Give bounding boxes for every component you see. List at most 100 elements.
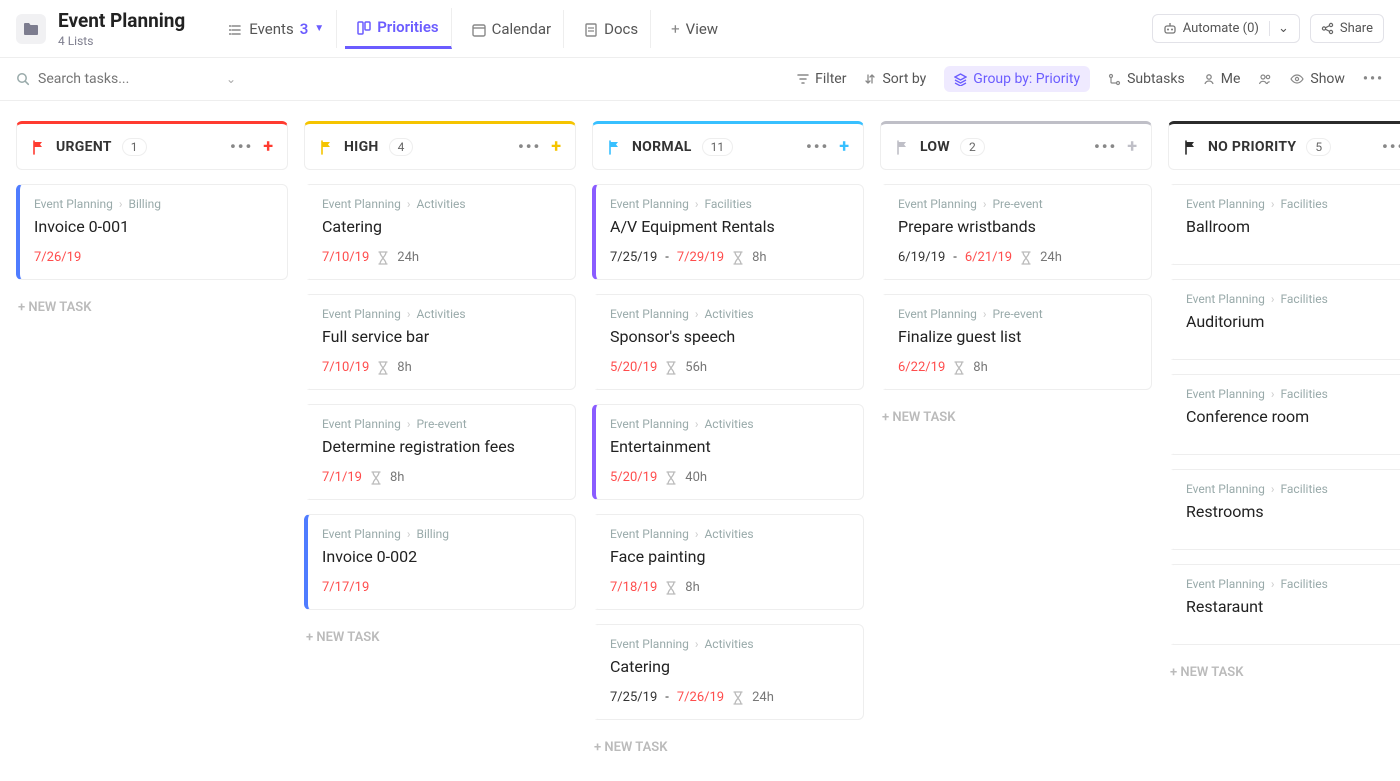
task-card[interactable]: Event Planning › Facilities Conference r… xyxy=(1168,374,1400,455)
automate-button[interactable]: Automate (0) ⌄ xyxy=(1152,14,1300,43)
task-card[interactable]: Event Planning › Billing Invoice 0-002 7… xyxy=(304,514,576,610)
subtasks-icon xyxy=(1108,72,1121,87)
breadcrumb: Event Planning › Activities xyxy=(610,637,849,651)
task-card[interactable]: Event Planning › Activities Catering 7/1… xyxy=(304,184,576,280)
card-duration: 40h xyxy=(685,470,707,485)
group-button[interactable]: Group by: Priority xyxy=(944,66,1090,92)
column-add-button[interactable]: + xyxy=(1127,136,1137,157)
folder-icon xyxy=(16,14,46,44)
crumb-child: Activities xyxy=(704,307,753,321)
card-meta: 7/25/19-7/29/198h xyxy=(610,250,849,265)
column-more-button[interactable]: ••• xyxy=(518,137,541,156)
task-card[interactable]: Event Planning › Facilities A/V Equipmen… xyxy=(592,184,864,280)
column-header[interactable]: HIGH 4 ••• + xyxy=(304,121,576,170)
column-more-button[interactable]: ••• xyxy=(1382,137,1400,156)
card-meta: 5/20/1940h xyxy=(610,470,849,485)
new-task-button[interactable]: + NEW TASK xyxy=(592,734,864,761)
task-card[interactable]: Event Planning › Pre-event Prepare wrist… xyxy=(880,184,1152,280)
column-add-button[interactable]: + xyxy=(263,136,273,157)
show-button[interactable]: Show xyxy=(1290,71,1345,87)
card-title: Catering xyxy=(322,217,561,236)
crumb-parent: Event Planning xyxy=(610,307,689,321)
task-card[interactable]: Event Planning › Pre-event Finalize gues… xyxy=(880,294,1152,390)
task-card[interactable]: Event Planning › Pre-event Determine reg… xyxy=(304,404,576,500)
filter-button[interactable]: Filter xyxy=(797,71,846,87)
new-task-button[interactable]: + NEW TASK xyxy=(880,404,1152,431)
me-button[interactable]: Me xyxy=(1203,71,1241,87)
card-date: 5/20/19 xyxy=(610,360,657,375)
task-card[interactable]: Event Planning › Billing Invoice 0-001 7… xyxy=(16,184,288,280)
crumb-parent: Event Planning xyxy=(1186,292,1265,306)
column-add-button[interactable]: + xyxy=(839,136,849,157)
column-more-button[interactable]: ••• xyxy=(230,137,253,156)
new-task-button[interactable]: + NEW TASK xyxy=(1168,659,1400,686)
tab-label: Events xyxy=(249,20,293,38)
new-task-button[interactable]: + NEW TASK xyxy=(16,294,288,321)
share-button[interactable]: Share xyxy=(1310,14,1384,43)
chevron-right-icon: › xyxy=(695,197,699,211)
tab-add-view[interactable]: + View xyxy=(659,10,730,48)
column-title: LOW xyxy=(920,139,950,155)
chevron-down-icon[interactable]: ⌄ xyxy=(1269,21,1289,36)
people-icon xyxy=(1258,72,1272,87)
show-label: Show xyxy=(1310,71,1345,87)
crumb-parent: Event Planning xyxy=(322,307,401,321)
card-duration: 8h xyxy=(390,470,404,485)
card-meta: 6/22/198h xyxy=(898,360,1137,375)
card-title: Sponsor's speech xyxy=(610,327,849,346)
assignees-button[interactable] xyxy=(1258,72,1272,87)
filter-label: Filter xyxy=(815,71,846,87)
task-card[interactable]: Event Planning › Activities Catering 7/2… xyxy=(592,624,864,720)
hourglass-icon xyxy=(665,580,677,595)
column-more-button[interactable]: ••• xyxy=(806,137,829,156)
chevron-right-icon: › xyxy=(407,527,411,541)
task-card[interactable]: Event Planning › Facilities Restrooms xyxy=(1168,469,1400,550)
crumb-child: Facilities xyxy=(704,197,751,211)
column-count: 1 xyxy=(122,138,147,156)
tab-events[interactable]: Events 3 ▼ xyxy=(217,10,337,48)
task-card[interactable]: Event Planning › Activities Entertainmen… xyxy=(592,404,864,500)
column-header[interactable]: LOW 2 ••• + xyxy=(880,121,1152,170)
column-header[interactable]: NO PRIORITY 5 ••• + xyxy=(1168,121,1400,170)
search-input[interactable] xyxy=(38,71,218,87)
column-header[interactable]: URGENT 1 ••• + xyxy=(16,121,288,170)
breadcrumb: Event Planning › Activities xyxy=(322,197,561,211)
task-card[interactable]: Event Planning › Activities Sponsor's sp… xyxy=(592,294,864,390)
card-date: 7/1/19 xyxy=(322,470,362,485)
column-title: NO PRIORITY xyxy=(1208,139,1296,155)
tab-priorities[interactable]: Priorities xyxy=(345,8,451,49)
eye-icon xyxy=(1290,72,1304,87)
search-icon xyxy=(16,71,30,87)
new-task-button[interactable]: + NEW TASK xyxy=(304,624,576,651)
more-button[interactable]: ••• xyxy=(1363,71,1384,87)
task-card[interactable]: Event Planning › Facilities Ballroom xyxy=(1168,184,1400,265)
board-icon xyxy=(357,18,371,36)
breadcrumb: Event Planning › Facilities xyxy=(610,197,849,211)
column-header[interactable]: NORMAL 11 ••• + xyxy=(592,121,864,170)
date-separator: - xyxy=(953,250,957,265)
card-date: 7/25/19 xyxy=(610,690,657,705)
task-card[interactable]: Event Planning › Activities Full service… xyxy=(304,294,576,390)
chevron-right-icon: › xyxy=(1271,292,1275,306)
tab-label: View xyxy=(686,20,718,38)
crumb-parent: Event Planning xyxy=(34,197,113,211)
column-add-button[interactable]: + xyxy=(551,136,561,157)
column-more-button[interactable]: ••• xyxy=(1094,137,1117,156)
task-card[interactable]: Event Planning › Facilities Auditorium xyxy=(1168,279,1400,360)
tab-calendar[interactable]: Calendar xyxy=(460,10,565,48)
share-label: Share xyxy=(1340,21,1373,36)
crumb-child: Activities xyxy=(416,197,465,211)
card-title: Invoice 0-002 xyxy=(322,547,561,566)
task-card[interactable]: Event Planning › Activities Face paintin… xyxy=(592,514,864,610)
breadcrumb: Event Planning › Facilities xyxy=(1186,197,1400,211)
sort-button[interactable]: Sort by xyxy=(864,71,926,87)
card-duration: 24h xyxy=(1040,250,1062,265)
task-card[interactable]: Event Planning › Facilities Restaraunt xyxy=(1168,564,1400,645)
breadcrumb: Event Planning › Activities xyxy=(610,417,849,431)
card-duration: 24h xyxy=(752,690,774,705)
column-count: 2 xyxy=(960,138,985,156)
tab-docs[interactable]: Docs xyxy=(572,10,651,48)
chevron-down-icon[interactable]: ⌄ xyxy=(226,72,236,86)
crumb-child: Facilities xyxy=(1280,482,1327,496)
subtasks-button[interactable]: Subtasks xyxy=(1108,71,1185,87)
